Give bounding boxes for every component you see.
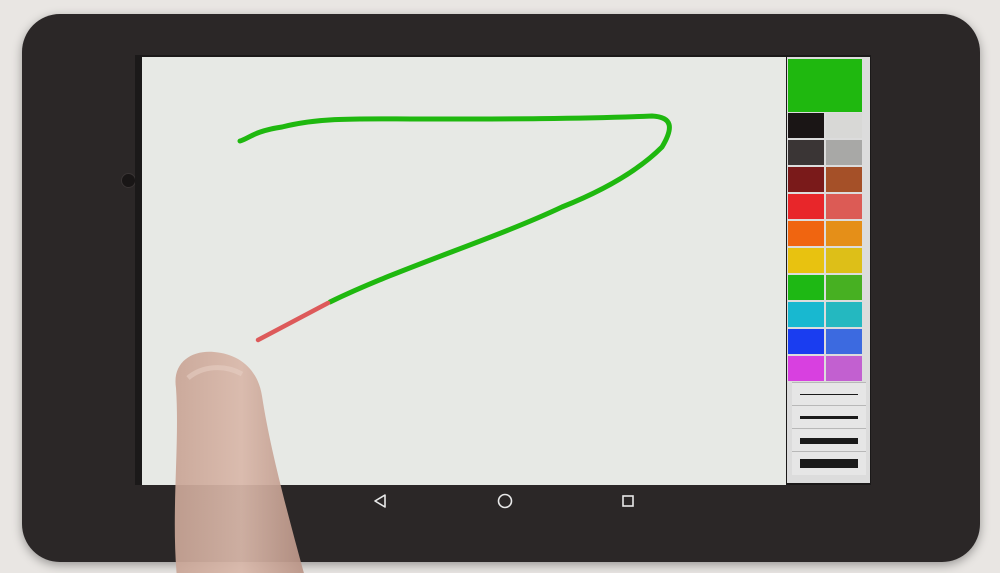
color-swatch[interactable] [788,221,824,246]
color-swatch[interactable] [788,194,824,219]
brush-size-extra-thick[interactable] [792,451,866,475]
brush-line-icon [800,438,858,444]
back-triangle-icon[interactable] [368,489,392,513]
color-swatch[interactable] [826,302,862,327]
recents-square-icon[interactable] [616,489,640,513]
color-swatch[interactable] [788,140,824,165]
color-swatch[interactable] [788,167,824,192]
drawn-stroke-red [255,300,331,343]
color-swatch[interactable] [788,329,824,354]
front-camera [121,173,136,188]
color-swatch[interactable] [826,113,862,138]
color-swatch[interactable] [788,248,824,273]
brush-size-thick[interactable] [792,428,866,452]
color-swatch[interactable] [826,248,862,273]
color-palette [787,57,870,483]
home-circle-icon[interactable] [493,489,517,513]
color-swatch[interactable] [826,194,862,219]
color-swatch[interactable] [788,113,824,138]
color-swatch[interactable] [826,275,862,300]
brush-line-icon [800,459,858,468]
color-swatch[interactable] [788,275,824,300]
brush-line-icon [800,416,858,419]
color-swatch[interactable] [826,167,862,192]
finger-touching-screen [174,351,304,573]
color-swatch[interactable] [788,302,824,327]
brush-size-thin[interactable] [792,382,866,406]
current-color-swatch[interactable] [788,59,862,112]
color-swatch[interactable] [788,356,824,381]
color-swatch[interactable] [826,329,862,354]
color-swatch[interactable] [826,356,862,381]
tablet-scene [0,0,1000,573]
color-swatch[interactable] [826,221,862,246]
drawn-stroke-green [237,113,672,305]
brush-size-medium[interactable] [792,405,866,429]
brush-line-icon [800,394,858,395]
color-swatch[interactable] [826,140,862,165]
